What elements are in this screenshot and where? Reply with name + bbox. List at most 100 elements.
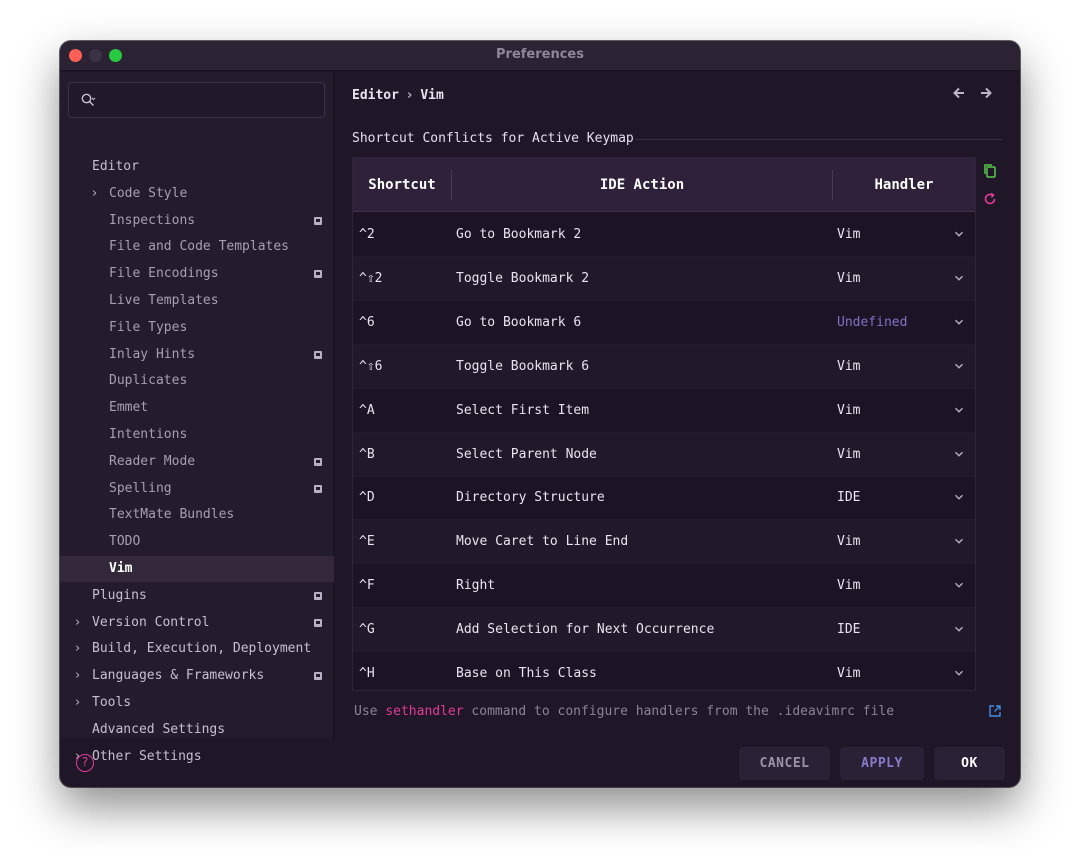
chevron-down-icon[interactable] xyxy=(954,580,964,590)
sidebar-item[interactable]: Reader Mode xyxy=(60,449,334,475)
sidebar-item[interactable]: Editor xyxy=(60,154,334,180)
sethandler-command: sethandler xyxy=(385,704,464,719)
sidebar-item[interactable]: › Languages & Frameworks xyxy=(60,663,334,689)
table-row[interactable]: ^A Select First Item Vim xyxy=(353,389,975,433)
sidebar-item[interactable]: File Types xyxy=(60,315,334,341)
breadcrumb-parent[interactable]: Editor xyxy=(352,88,399,103)
project-scope-icon xyxy=(314,592,322,600)
copy-icon[interactable] xyxy=(982,163,998,179)
sidebar-item[interactable]: File and Code Templates xyxy=(60,234,334,260)
handler-hint: Use sethandler command to configure hand… xyxy=(354,704,894,719)
shortcut-cell: ^A xyxy=(359,403,375,418)
sidebar-item[interactable]: › Other Settings xyxy=(60,744,334,770)
shortcut-cell: ^⇧6 xyxy=(359,359,383,374)
ide-action-cell: Base on This Class xyxy=(456,666,597,681)
help-icon[interactable]: ? xyxy=(76,754,94,772)
sidebar-item[interactable]: › Build, Execution, Deployment xyxy=(60,636,334,662)
shortcut-cell: ^B xyxy=(359,447,375,462)
handler-select[interactable]: Vim xyxy=(837,389,860,433)
sidebar-item[interactable]: Emmet xyxy=(60,395,334,421)
table-row[interactable]: ^⇧2 Toggle Bookmark 2 Vim xyxy=(353,257,975,301)
sidebar-item[interactable]: Intentions xyxy=(60,422,334,448)
sidebar-item[interactable]: › Version Control xyxy=(60,610,334,636)
ok-button[interactable]: OK xyxy=(934,747,1005,780)
sidebar-item-label: Intentions xyxy=(109,427,188,442)
sidebar-item[interactable]: File Encodings xyxy=(60,261,334,287)
table-row[interactable]: ^2 Go to Bookmark 2 Vim xyxy=(353,213,975,257)
sidebar-item-label: Live Templates xyxy=(109,293,219,308)
hint-suffix: command to configure handlers from the .… xyxy=(463,704,895,719)
reset-icon[interactable] xyxy=(982,191,998,207)
table-row[interactable]: ^F Right Vim xyxy=(353,564,975,608)
ide-action-cell: Go to Bookmark 2 xyxy=(456,227,582,242)
handler-select[interactable]: Vim xyxy=(837,433,860,477)
chevron-right-icon[interactable]: › xyxy=(75,610,80,636)
sidebar-item-label: Other Settings xyxy=(92,749,202,764)
table-row[interactable]: ^E Move Caret to Line End Vim xyxy=(353,520,975,564)
chevron-down-icon[interactable] xyxy=(954,273,964,283)
sidebar-item[interactable]: Duplicates xyxy=(60,368,334,394)
sidebar-item[interactable]: Plugins xyxy=(60,583,334,609)
project-scope-icon xyxy=(314,217,322,225)
chevron-down-icon[interactable] xyxy=(954,492,964,502)
shortcut-cell: ^H xyxy=(359,666,375,681)
sidebar-item[interactable]: › Code Style xyxy=(60,181,334,207)
handler-select[interactable]: Vim xyxy=(837,520,860,564)
shortcut-cell: ^2 xyxy=(359,227,375,242)
table-row[interactable]: ^D Directory Structure IDE xyxy=(353,476,975,520)
chevron-right-icon[interactable]: › xyxy=(92,181,97,207)
chevron-down-icon[interactable] xyxy=(954,536,964,546)
back-arrow-icon[interactable] xyxy=(951,86,967,102)
handler-select[interactable]: Vim xyxy=(837,213,860,257)
sidebar-item[interactable]: TextMate Bundles xyxy=(60,502,334,528)
table-header: Shortcut IDE Action Handler xyxy=(353,158,975,212)
chevron-down-icon[interactable] xyxy=(954,449,964,459)
chevron-down-icon[interactable] xyxy=(954,361,964,371)
chevron-down-icon[interactable] xyxy=(954,624,964,634)
project-scope-icon xyxy=(314,458,322,466)
sidebar-item-label: Vim xyxy=(109,561,133,576)
sidebar-item[interactable]: Live Templates xyxy=(60,288,334,314)
table-row[interactable]: ^H Base on This Class Vim xyxy=(353,652,975,690)
chevron-down-icon[interactable] xyxy=(954,405,964,415)
sidebar-item-label: TODO xyxy=(109,534,141,549)
breadcrumb: Editor › Vim xyxy=(352,88,444,103)
chevron-right-icon[interactable]: › xyxy=(75,690,80,716)
table-row[interactable]: ^G Add Selection for Next Occurrence IDE xyxy=(353,608,975,652)
sidebar-item[interactable]: Inspections xyxy=(60,208,334,234)
handler-select[interactable]: IDE xyxy=(837,608,860,652)
project-scope-icon xyxy=(314,672,322,680)
column-header-ide-action[interactable]: IDE Action xyxy=(452,158,832,212)
chevron-down-icon[interactable] xyxy=(954,668,964,678)
sidebar-item[interactable]: › Tools xyxy=(60,690,334,716)
sidebar-item[interactable]: Spelling xyxy=(60,476,334,502)
table-row[interactable]: ^⇧6 Toggle Bookmark 6 Vim xyxy=(353,345,975,389)
external-link-icon[interactable] xyxy=(988,704,1002,718)
chevron-down-icon[interactable] xyxy=(954,229,964,239)
forward-arrow-icon[interactable] xyxy=(978,86,994,102)
handler-select[interactable]: Vim xyxy=(837,345,860,389)
chevron-right-icon[interactable]: › xyxy=(75,636,80,662)
chevron-down-icon[interactable] xyxy=(954,317,964,327)
apply-button[interactable]: APPLY xyxy=(840,747,924,780)
sidebar-item[interactable]: Vim xyxy=(60,556,334,582)
handler-select[interactable]: Vim xyxy=(837,652,860,690)
section-divider xyxy=(635,139,1003,140)
search-input[interactable] xyxy=(68,82,325,118)
sidebar-item[interactable]: Advanced Settings xyxy=(60,717,334,743)
ide-action-cell: Toggle Bookmark 6 xyxy=(456,359,590,374)
table-row[interactable]: ^6 Go to Bookmark 6 Undefined xyxy=(353,301,975,345)
handler-select[interactable]: Vim xyxy=(837,257,860,301)
sidebar-item[interactable]: Inlay Hints xyxy=(60,342,334,368)
handler-select[interactable]: IDE xyxy=(837,476,860,520)
search-icon xyxy=(81,93,96,106)
column-header-handler[interactable]: Handler xyxy=(833,158,975,212)
sidebar-item[interactable]: TODO xyxy=(60,529,334,555)
handler-select[interactable]: Undefined xyxy=(837,301,907,345)
column-header-shortcut[interactable]: Shortcut xyxy=(353,158,451,212)
chevron-right-icon[interactable]: › xyxy=(75,663,80,689)
cancel-button[interactable]: CANCEL xyxy=(739,747,830,780)
table-row[interactable]: ^B Select Parent Node Vim xyxy=(353,433,975,477)
shortcut-cell: ^G xyxy=(359,622,375,637)
handler-select[interactable]: Vim xyxy=(837,564,860,608)
